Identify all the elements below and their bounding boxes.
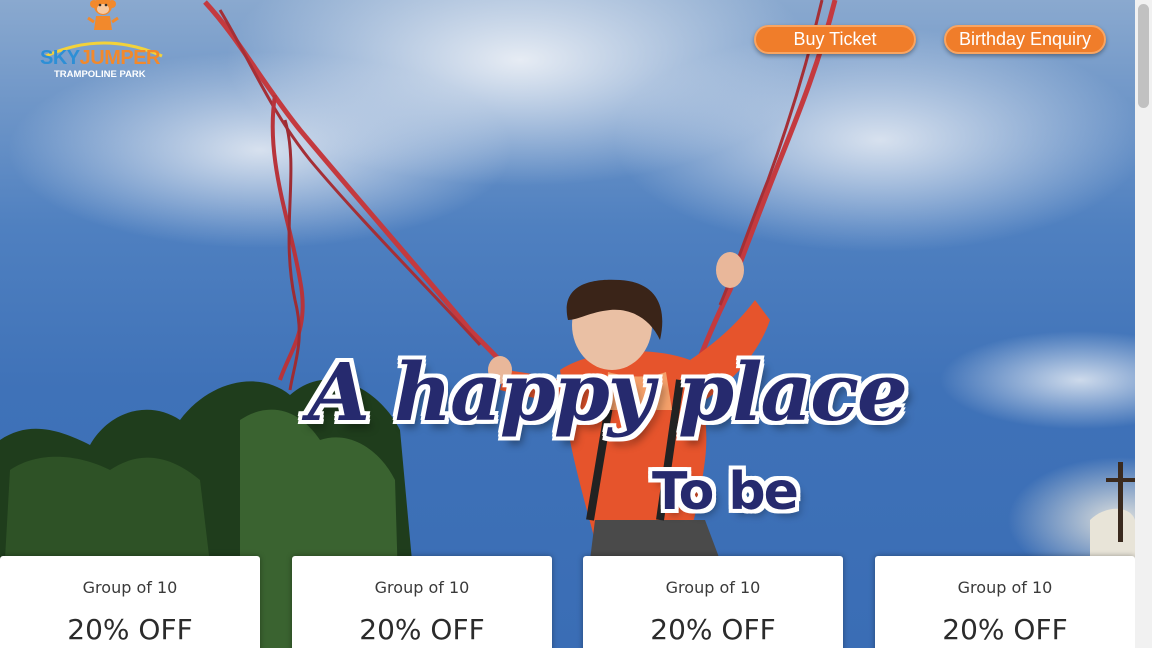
page-scrollbar[interactable] <box>1135 0 1152 648</box>
hero-subline: To be <box>652 462 799 522</box>
offer-discount: 20% OFF <box>359 613 485 646</box>
logo-brand-jumper: JUMPER <box>79 47 161 69</box>
offer-discount: 20% OFF <box>650 613 776 646</box>
site-logo[interactable]: SKYJUMPER TRAMPOLINE PARK <box>36 0 168 84</box>
offer-card[interactable]: Group of 10 20% OFF <box>292 556 552 648</box>
offer-card[interactable]: Group of 10 20% OFF <box>583 556 843 648</box>
hero-headline: A happy place <box>308 345 908 439</box>
monkey-icon <box>87 0 119 30</box>
logo-tagline: TRAMPOLINE PARK <box>54 69 146 80</box>
scrollbar-thumb[interactable] <box>1138 4 1149 108</box>
offer-group-label: Group of 10 <box>957 578 1053 597</box>
offer-group-label: Group of 10 <box>374 578 470 597</box>
logo-brand-sky: SKY <box>40 47 80 69</box>
offer-group-label: Group of 10 <box>665 578 761 597</box>
hero-banner: SKYJUMPER TRAMPOLINE PARK Buy Ticket Bir… <box>0 0 1135 648</box>
offer-card[interactable]: Group of 10 20% OFF <box>875 556 1135 648</box>
hero-photo <box>0 0 1135 648</box>
birthday-enquiry-button[interactable]: Birthday Enquiry <box>944 25 1106 54</box>
offer-discount: 20% OFF <box>942 613 1068 646</box>
offer-card[interactable]: Group of 10 20% OFF <box>0 556 260 648</box>
logo-brand: SKYJUMPER <box>40 47 160 70</box>
buy-ticket-button[interactable]: Buy Ticket <box>754 25 916 54</box>
offer-discount: 20% OFF <box>67 613 193 646</box>
offer-group-label: Group of 10 <box>82 578 178 597</box>
